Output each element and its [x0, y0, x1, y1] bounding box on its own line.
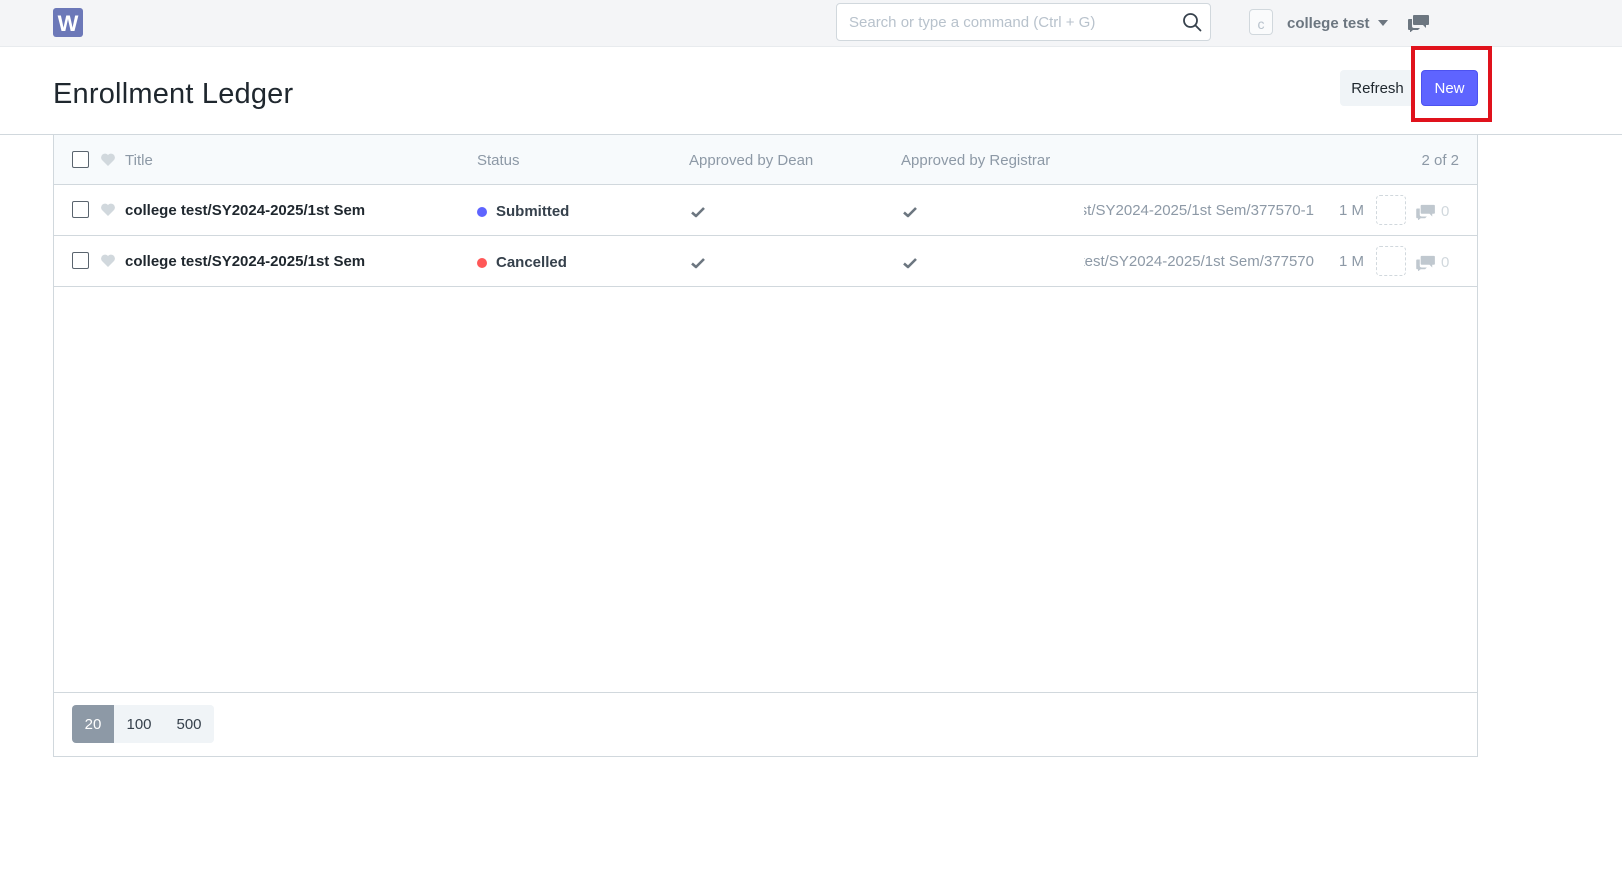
logo-letter: W — [58, 11, 79, 36]
result-count: 2 of 2 — [1421, 152, 1459, 169]
search-icon[interactable] — [1182, 12, 1202, 32]
comment-count: 0 — [1416, 203, 1449, 220]
user-menu-dropdown[interactable]: college test — [1287, 12, 1388, 34]
heart-icon[interactable] — [100, 253, 116, 268]
navbar: W c college test — [0, 0, 1622, 47]
page-length-100-button[interactable]: 100 — [114, 705, 164, 743]
status-label: Cancelled — [496, 254, 567, 271]
comment-count: 0 — [1416, 254, 1449, 271]
list-view: Title Status Approved by Dean Approved b… — [53, 135, 1478, 757]
row-title-link[interactable]: college test/SY2024-2025/1st Sem — [125, 253, 365, 270]
new-button[interactable]: New — [1421, 70, 1478, 106]
table-row[interactable]: college test/SY2024-2025/1st Sem Submitt… — [54, 185, 1477, 236]
check-icon — [903, 207, 917, 218]
column-status[interactable]: Status — [477, 152, 520, 169]
column-title[interactable]: Title — [125, 152, 153, 169]
row-docname: college test/SY2024-2025/1st Sem/377570-… — [1084, 202, 1314, 219]
list-footer: 20 100 500 — [54, 692, 1477, 756]
app-logo[interactable]: W — [53, 8, 83, 37]
comment-count-value: 0 — [1441, 254, 1450, 271]
status-dot — [477, 206, 487, 217]
page-length-selector: 20 100 500 — [72, 705, 214, 743]
comment-icon — [1416, 204, 1435, 220]
heart-icon[interactable] — [100, 202, 116, 217]
table-row[interactable]: college test/SY2024-2025/1st Sem Cancell… — [54, 236, 1477, 287]
search-input[interactable] — [849, 4, 1179, 40]
check-icon — [691, 207, 705, 218]
page-length-20-button[interactable]: 20 — [72, 705, 114, 743]
status-dot — [477, 257, 487, 268]
row-checkbox[interactable] — [72, 201, 89, 218]
caret-down-icon — [1377, 20, 1388, 26]
status-label: Submitted — [496, 203, 570, 220]
check-icon — [903, 258, 917, 269]
row-modified: 1 M — [1339, 202, 1365, 219]
comment-count-value: 0 — [1441, 203, 1450, 220]
page-title: Enrollment Ledger — [53, 78, 294, 110]
list-header: Title Status Approved by Dean Approved b… — [54, 135, 1477, 185]
row-checkbox[interactable] — [72, 252, 89, 269]
user-name: college test — [1287, 14, 1370, 32]
row-title-link[interactable]: college test/SY2024-2025/1st Sem — [125, 202, 365, 219]
page-length-500-button[interactable]: 500 — [164, 705, 214, 743]
page-head: Enrollment Ledger Refresh New — [0, 47, 1622, 135]
chat-icon[interactable] — [1408, 14, 1430, 32]
status-indicator[interactable]: Submitted — [477, 203, 569, 220]
comment-icon — [1416, 255, 1435, 271]
row-modified: 1 M — [1339, 253, 1365, 270]
awesomebar — [836, 3, 1211, 41]
refresh-button[interactable]: Refresh — [1340, 70, 1415, 106]
logo-w-icon: W — [58, 11, 79, 36]
user-avatar[interactable]: c — [1249, 9, 1273, 35]
assign-placeholder[interactable] — [1376, 246, 1406, 276]
heart-icon[interactable] — [100, 152, 116, 167]
select-all-checkbox[interactable] — [72, 151, 89, 168]
row-docname: college test/SY2024-2025/1st Sem/377570 — [1084, 253, 1314, 270]
column-approved-by-dean[interactable]: Approved by Dean — [689, 152, 813, 169]
status-indicator[interactable]: Cancelled — [477, 254, 567, 271]
check-icon — [691, 258, 705, 269]
column-approved-by-registrar[interactable]: Approved by Registrar — [901, 152, 1050, 169]
assign-placeholder[interactable] — [1376, 195, 1406, 225]
